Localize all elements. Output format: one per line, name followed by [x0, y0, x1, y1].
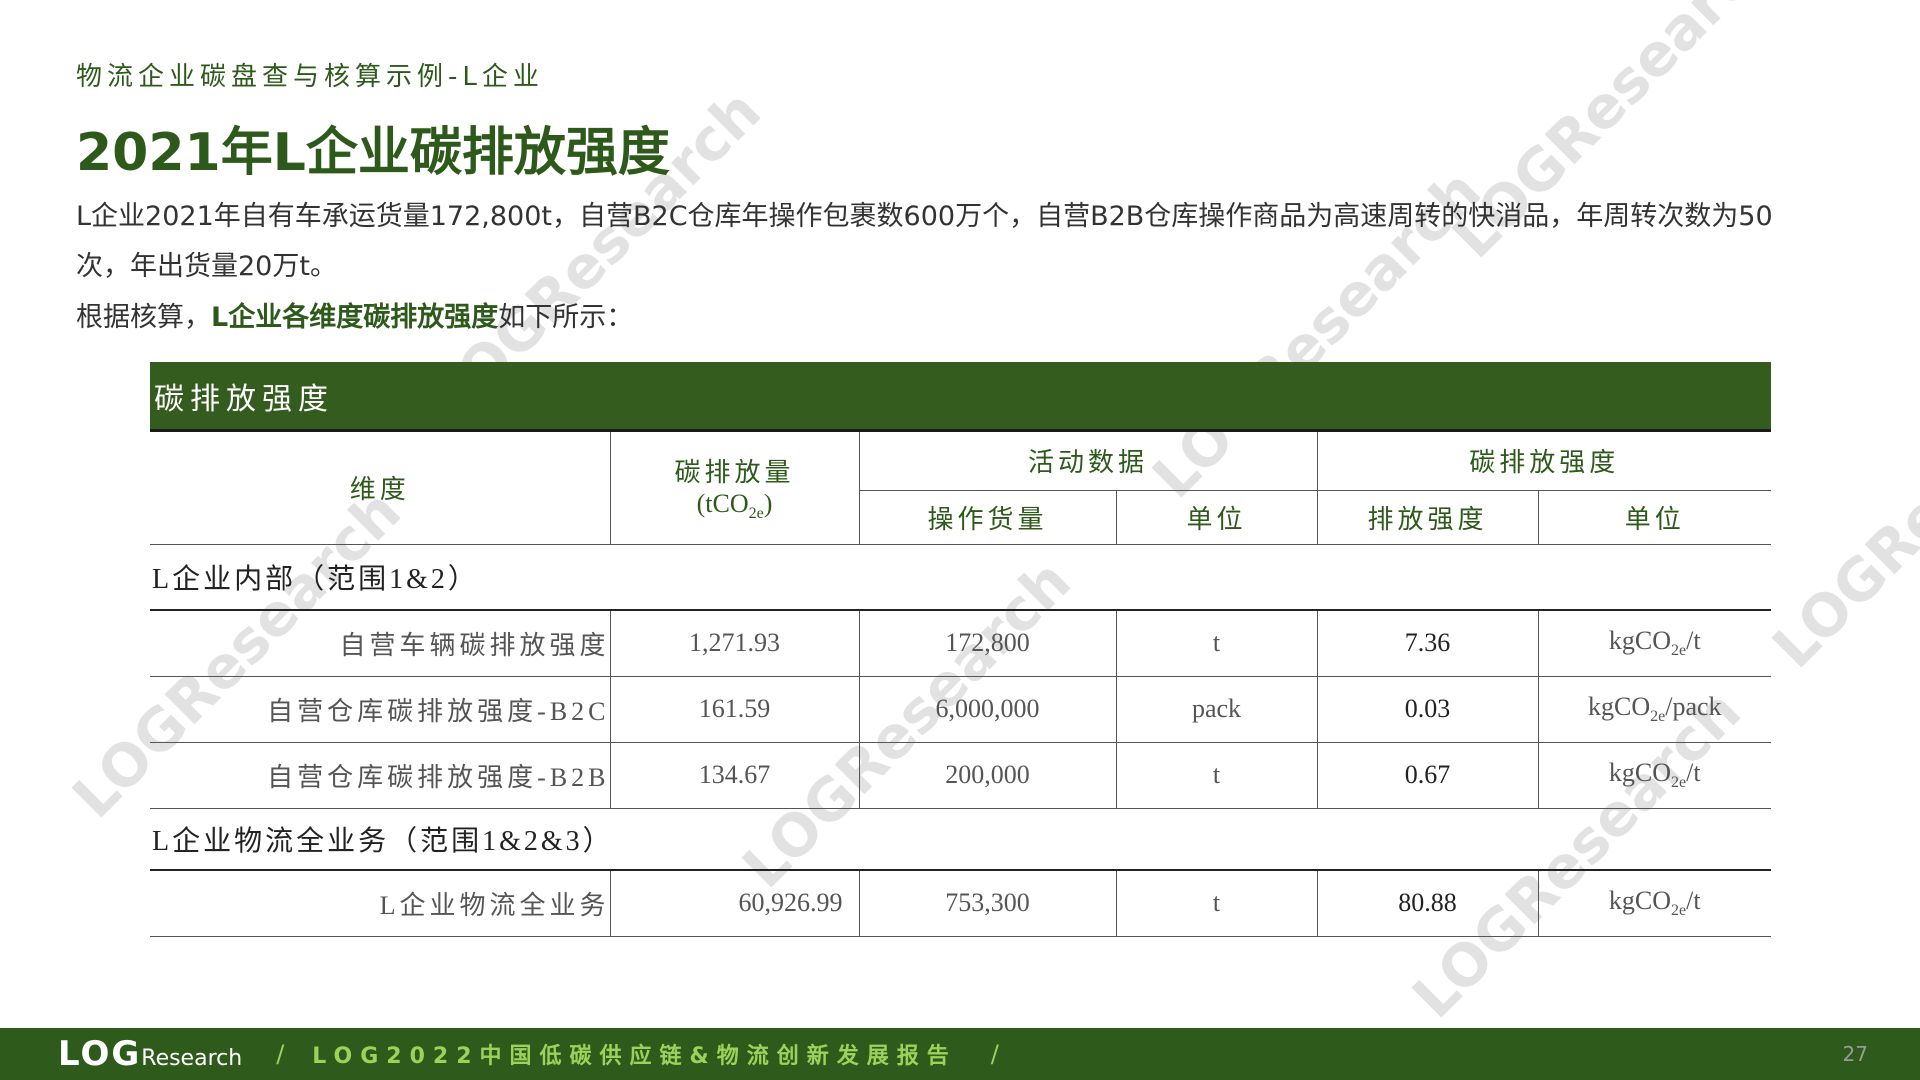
row-volume: 753,300	[858, 870, 1116, 937]
row-dimension: 自营车辆碳排放强度	[150, 610, 610, 677]
col-emission-unit: (tCO2e)	[696, 489, 773, 523]
subtitle: 物流企业碳盘查与核算示例-L企业	[76, 62, 544, 92]
row-intensity-unit: kgCO2e/t	[1537, 742, 1772, 809]
section-internal: L企业内部（范围1&2）	[150, 544, 1772, 611]
col-intensity: 排放强度	[1316, 490, 1539, 545]
col-intensity-unit: 单位	[1537, 490, 1772, 545]
row-intensity: 0.67	[1316, 742, 1539, 809]
footer-bar: LOGResearch / LOG2022中国低碳供应链&物流创新发展报告 / …	[0, 1028, 1920, 1080]
data-table: 维度 碳排放量 (tCO2e) 活动数据 碳排放强度 操作货量 单位 排放强度 …	[150, 432, 1772, 937]
row-volume: 6,000,000	[858, 676, 1116, 743]
footer-logo: LOGResearch	[58, 1034, 243, 1074]
group-activity: 活动数据	[858, 432, 1318, 491]
row-unit: t	[1115, 610, 1318, 677]
row-emission: 161.59	[609, 676, 859, 743]
summary-prefix: 根据核算，	[76, 302, 211, 333]
footer-slash: /	[990, 1040, 999, 1068]
watermark: LOGResearch	[1759, 326, 1920, 682]
summary-bold: L企业各维度碳排放强度	[211, 302, 499, 333]
section-full-business: L企业物流全业务（范围1&2&3）	[150, 808, 1772, 871]
row-intensity: 80.88	[1316, 870, 1539, 937]
col-emission-label: 碳排放量	[674, 458, 795, 488]
row-emission: 1,271.93	[609, 610, 859, 677]
summary-paragraph: 根据核算，L企业各维度碳排放强度如下所示：	[76, 293, 1816, 343]
row-intensity: 0.03	[1316, 676, 1539, 743]
row-unit: t	[1115, 870, 1318, 937]
summary-suffix: 如下所示：	[498, 302, 634, 333]
row-unit: pack	[1115, 676, 1318, 743]
footer-report-title: LOG2022中国低碳供应链&物流创新发展报告	[312, 1044, 957, 1069]
row-emission: 134.67	[609, 742, 859, 809]
row-unit: t	[1115, 742, 1318, 809]
footer-slash: /	[276, 1040, 285, 1068]
table-header: 碳排放强度	[150, 362, 1771, 432]
page-number: 27	[1842, 1042, 1868, 1066]
row-dimension: 自营仓库碳排放强度-B2C	[150, 676, 610, 743]
row-volume: 172,800	[858, 610, 1116, 677]
row-emission: 60,926.99	[609, 870, 859, 937]
row-dimension: L企业物流全业务	[150, 870, 610, 937]
col-unit: 单位	[1115, 490, 1318, 545]
group-intensity: 碳排放强度	[1316, 432, 1772, 491]
row-intensity-unit: kgCO2e/t	[1537, 610, 1772, 677]
row-dimension: 自营仓库碳排放强度-B2B	[150, 742, 610, 809]
col-dimension: 维度	[150, 432, 610, 545]
page-title: 2021年L企业碳排放强度	[76, 123, 670, 183]
row-intensity-unit: kgCO2e/pack	[1537, 676, 1772, 743]
row-intensity-unit: kgCO2e/t	[1537, 870, 1772, 937]
row-intensity: 7.36	[1316, 610, 1539, 677]
col-volume: 操作货量	[858, 490, 1116, 545]
intensity-table: 碳排放强度 维度 碳排放量 (tCO2e) 活动数据 碳排放强度 操作货量 单位…	[150, 362, 1772, 937]
row-volume: 200,000	[858, 742, 1116, 809]
intro-paragraph: L企业2021年自有车承运货量172,800t，自营B2C仓库年操作包裹数600…	[76, 201, 1773, 282]
col-emission: 碳排放量 (tCO2e)	[609, 432, 859, 545]
